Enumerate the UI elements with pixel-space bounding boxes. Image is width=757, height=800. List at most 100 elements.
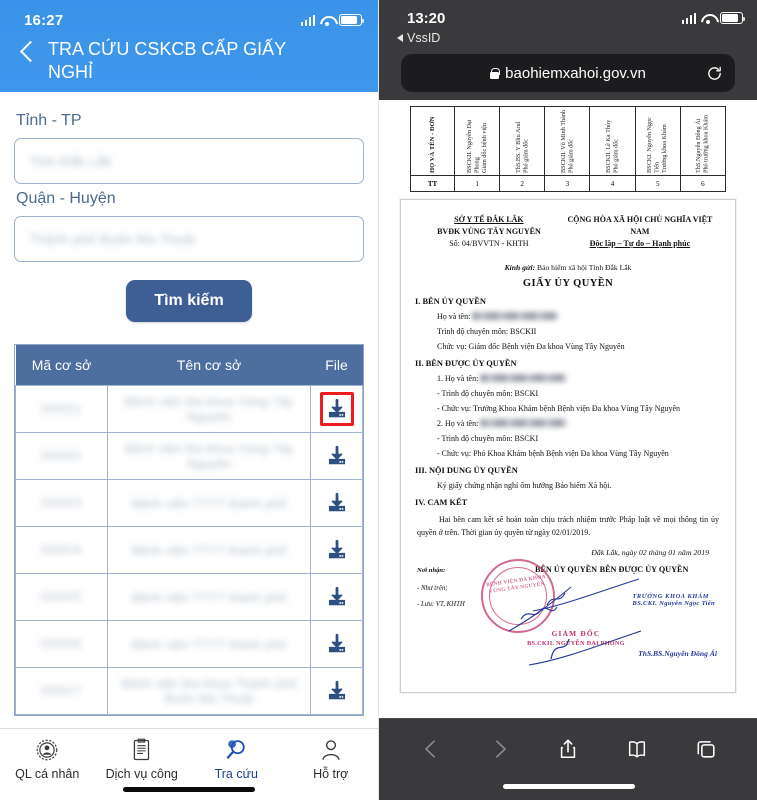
column-header-code: Mã cơ sở [15,345,108,386]
address-bar[interactable]: baohiemxahoi.gov.vn [401,54,735,92]
dual-phone-screenshot: 16:27 TRA CỨU CSKCB CẤP GIẤY NGHỈ Tỉnh -… [0,0,757,800]
tab-dịch-vụ-công[interactable]: Dịch vụ công [95,737,190,781]
cell-name: Bệnh viện TTYT thành phố [107,526,311,574]
redacted-name [480,419,567,427]
section-2-person2-label: 2. Họ và tên: [437,419,479,428]
cell-file [310,526,363,574]
section-2-person2-name: 2. Họ và tên: [415,419,721,428]
name-value: Bệnh viện TTYT thành phố [131,542,287,558]
cell-file [310,432,363,480]
district-value: Thành phố Buôn Ma Thuột [29,231,196,247]
province-value: Tỉnh Đắk Lắk [29,153,112,169]
section-2-person1-name: 1. Họ và tên: [415,374,721,383]
rotated-name-text: BSCKII. Nguyễn Đại Phong Giám đốc bệnh v… [465,119,488,173]
rotated-name-text: ThS.BS. Y Bliu Arul Phó giám đốc [514,121,530,173]
cell-file [310,479,363,527]
tabs-icon[interactable] [695,738,717,760]
page-title: TRA CỨU CSKCB CẤP GIẤY NGHỈ [48,39,286,82]
personal-management-icon [34,737,60,763]
recipient-label: Kính gửi: [504,263,536,272]
download-icon[interactable] [320,674,354,708]
recipients-item-1: - Như trên; [417,585,448,592]
signer-2-name: ThS.BS.Nguyễn Đông Ái [638,649,717,658]
download-icon[interactable] [320,580,354,614]
back-chevron-icon[interactable] [420,738,442,760]
share-icon[interactable] [557,738,579,760]
safari-bottom-toolbar [379,718,757,800]
url-text: baohiemxahoi.gov.vn [505,64,646,82]
row-label-tt: TT [410,175,455,192]
search-button[interactable]: Tìm kiếm [126,280,252,322]
rotated-name-text: ThS.Nguyễn Đông Ái Phó trưởng khoa Khám [695,114,710,173]
section-3-title: III. NỘI DUNG ỦY QUYỀN [415,466,518,475]
code-value: 00004 [40,542,83,557]
name-value: Bệnh viện Đa khoa Vùng Tây Nguyên [124,394,294,424]
forward-chevron-icon[interactable] [489,738,511,760]
back-to-app-link[interactable]: VssID [393,30,743,45]
cell-file [310,573,363,621]
section-1-title: I. BÊN ỦY QUYỀN [415,297,486,306]
chevron-left-icon[interactable] [14,36,44,76]
district-label: Quận - Huyện [16,190,116,207]
search-form: Tỉnh - TP Tỉnh Đắk Lắk Quận - Huyện Thàn… [0,92,378,322]
section-2-person2-position: - Chức vụ: Phó Khoa Khám bệnh Bệnh viện … [437,449,669,458]
signer-1-block: TRƯỞNG KHOA KHÁM BS.CKI. Nguyễn Ngọc Tiế… [632,593,715,607]
section-2-person1-qualification: - Trình độ chuyên môn: BSCKI [437,389,539,398]
district-input[interactable]: Thành phố Buôn Ma Thuột [14,216,364,262]
rotated-name-text: BSCKII. Lê Ka Thủy Phó giám đốc [605,119,620,173]
triangle-left-icon [397,34,403,42]
search-button-row: Tìm kiếm [14,280,364,322]
code-value: 00001 [40,401,83,416]
code-value: 00007 [40,683,83,698]
results-table: Mã cơ sở Tên cơ sở File 00001 Bệnh viện Đ… [15,345,363,715]
table-row: 00002 Bệnh viện Đa khoa Vùng Tây Nguyên [15,432,363,480]
date-line: Đắk Lắk, ngày 02 tháng 01 năm 2019 [591,548,709,557]
rotated-name-text: BSCKII. Võ Minh Thành Phó giám đốc [559,109,575,173]
section-2-person1-label: 1. Họ và tên: [437,374,479,383]
rotated-name-text: BSCKI. Nguyễn Ngọc Tiến Trưởng khoa Khám [646,117,669,173]
rotated-name-cell: BSCKII. Nguyễn Đại Phong Giám đốc bệnh v… [453,106,501,176]
recipient-name: Bảo hiểm xã hội Tỉnh Đắk Lắk [537,263,632,272]
tab-hỗ-trợ[interactable]: Hỗ trợ [284,737,379,781]
cellular-signal-icon [681,12,696,24]
tab-tra-cứu[interactable]: Tra cứu [189,737,284,781]
table-header-row: Mã cơ sở Tên cơ sở File [15,345,363,386]
section-2-person2-qualification: - Trình độ chuyên môn: BSCKI [437,434,539,443]
wifi-icon [320,15,334,26]
cell-file [310,620,363,668]
national-heading: CỘNG HÒA XÃ HỘI CHỦ NGHĨA VIỆT NAM Độc l… [561,214,719,250]
download-icon[interactable] [320,439,354,473]
section-2-person1-position: - Chức vụ: Trưởng Khoa Khám bệnh Bệnh vi… [437,404,681,413]
battery-icon [339,14,364,26]
tab-ql-cá-nhân[interactable]: QL cá nhân [0,737,95,781]
recipients-item-2: - Lưu: VT, KHTH [417,601,465,608]
table-row: 00003 Bệnh viện TTYT thành phố [15,479,363,527]
rotated-header-cell: HỌ VÀ TÊN - ĐƠN [410,106,455,176]
status-icons [300,14,364,26]
document-title: GIẤY ỦY QUYỀN [522,278,614,289]
reload-icon[interactable] [706,65,723,82]
rotated-name-cell: BSCKII. Võ Minh Thành Phó giám đốc [544,106,591,176]
download-icon[interactable] [319,392,354,426]
signer-1-name: BS.CKI. Nguyễn Ngọc Tiến [632,600,715,607]
sig-right-title: BÊN ĐƯỢC ỦY QUYỀN [599,565,689,574]
bookmarks-book-icon[interactable] [626,738,648,760]
rotated-name-cell: ThS.BS. Y Bliu Arul Phó giám đốc [499,106,546,176]
nation-line-2: Độc lập – Tự do – Hạnh phúc [589,239,691,248]
cell-name: Bệnh viện TTYT thành phố [107,573,311,621]
rotated-header-text: HỌ VÀ TÊN - ĐƠN [428,116,436,173]
section-1-qualification: Trình độ chuyên môn: BSCKII [437,327,537,336]
code-value: 00006 [40,636,83,651]
web-page-content: HỌ VÀ TÊN - ĐƠN BSCKII. Nguyễn Đại Phong … [379,100,757,732]
download-icon[interactable] [320,627,354,661]
cell-file [310,385,363,433]
safari-top-chrome: 13:20 VssID baohiemxahoi.gov.vn [379,0,757,92]
province-input[interactable]: Tỉnh Đắk Lắk [14,138,364,184]
table-row: 00001 Bệnh viện Đa khoa Vùng Tây Nguyên [15,385,363,433]
download-icon[interactable] [320,533,354,567]
safari-tool-row [379,719,757,775]
home-indicator [123,787,255,792]
download-icon[interactable] [320,486,354,520]
issuing-org: SỞ Y TẾ ĐẮK LẮK BVĐK VÙNG TÂY NGUYÊN Số:… [417,214,561,250]
org-line-3: Số: 04/BVVTN - KHTH [449,239,529,248]
